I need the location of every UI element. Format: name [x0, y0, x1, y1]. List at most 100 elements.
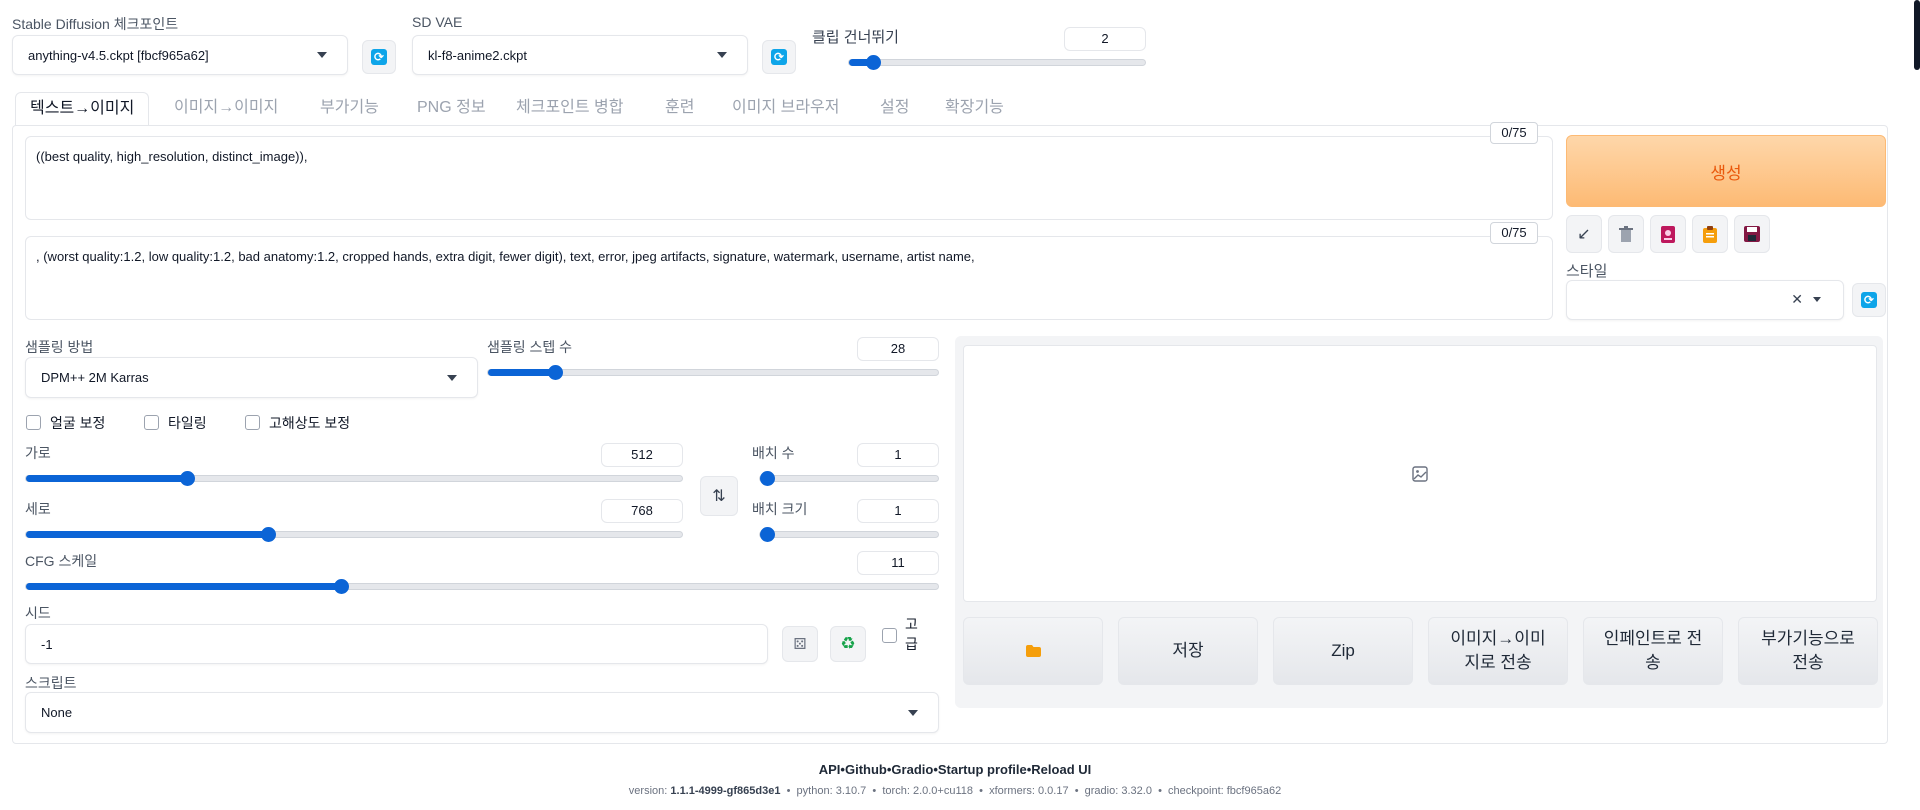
- seed-input[interactable]: -1: [25, 624, 768, 664]
- seed-advanced-label: 고급: [905, 616, 918, 652]
- tab-7[interactable]: 설정: [880, 96, 909, 126]
- checkpoint-label: Stable Diffusion 체크포인트: [12, 16, 179, 32]
- prompt-textarea[interactable]: ((best quality, high_resolution, distinc…: [25, 136, 1553, 220]
- tab-2[interactable]: 부가기능: [320, 96, 379, 126]
- cfg-scale-input[interactable]: 11: [857, 551, 939, 575]
- chevron-down-icon: [317, 52, 327, 58]
- tab-8[interactable]: 확장기능: [945, 96, 1004, 126]
- batch-size-input[interactable]: 1: [857, 499, 939, 523]
- face-restore-checkbox[interactable]: [26, 415, 41, 430]
- sampling-method-value: DPM++ 2M Karras: [41, 370, 149, 385]
- cfg-scale-slider[interactable]: [25, 579, 939, 594]
- prompt-token-counter: 0/75: [1490, 122, 1538, 144]
- floppy-disk-icon: [1744, 226, 1760, 242]
- slider-thumb[interactable]: [760, 527, 775, 542]
- width-slider[interactable]: [25, 471, 683, 486]
- chevron-down-icon: [1813, 297, 1821, 302]
- height-input[interactable]: 768: [601, 499, 683, 523]
- xformers-value: 0.0.17: [1037, 785, 1069, 797]
- generate-label: 생성: [1710, 163, 1742, 183]
- refresh-icon: ⟳: [371, 49, 387, 65]
- window-scrollbar[interactable]: [1914, 0, 1920, 70]
- refresh-icon: ⟳: [771, 49, 787, 65]
- face-restore-label: 얼굴 보정: [50, 415, 106, 431]
- checkpoint-refresh-button[interactable]: ⟳: [362, 40, 396, 74]
- read-params-button[interactable]: ↙: [1566, 215, 1602, 253]
- footer-links: API•Github•Gradio•Startup profile•Reload…: [0, 762, 1910, 777]
- vae-refresh-button[interactable]: ⟳: [762, 40, 796, 74]
- send-to-inpaint-button[interactable]: 인페인트로 전송: [1583, 617, 1723, 685]
- height-label: 세로: [25, 501, 51, 517]
- slider-thumb[interactable]: [333, 579, 349, 594]
- tiling-checkbox[interactable]: [144, 415, 159, 430]
- red-card-icon: [1661, 225, 1675, 243]
- chevron-down-icon: [447, 374, 457, 381]
- seed-advanced-checkbox[interactable]: [882, 628, 897, 643]
- slider-fill: [26, 531, 269, 538]
- clip-skip-slider[interactable]: [848, 55, 1146, 70]
- clear-prompt-button[interactable]: [1608, 215, 1644, 253]
- height-slider[interactable]: [25, 527, 683, 542]
- script-label: 스크립트: [25, 675, 77, 691]
- extra-networks-button[interactable]: [1650, 215, 1686, 253]
- output-gallery: [963, 345, 1877, 602]
- send-to-extras-button[interactable]: 부가기능으로 전송: [1738, 617, 1878, 685]
- tab-6[interactable]: 이미지 브라우저: [732, 96, 840, 126]
- footer-link[interactable]: API: [819, 762, 841, 777]
- tab-1[interactable]: 이미지→이미지: [174, 96, 278, 126]
- gradio-label: gradio:: [1084, 785, 1119, 797]
- sampling-steps-input[interactable]: 28: [857, 337, 939, 361]
- slider-thumb[interactable]: [760, 471, 775, 486]
- footer-link[interactable]: Gradio: [891, 762, 933, 777]
- swap-arrows-icon: ⇅: [712, 488, 726, 505]
- sampling-steps-slider[interactable]: [487, 365, 939, 380]
- tab-0[interactable]: 텍스트→이미지: [15, 92, 150, 126]
- clip-skip-input[interactable]: 2: [1064, 27, 1146, 51]
- width-input[interactable]: 512: [601, 443, 683, 467]
- checkpoint-hash-label: checkpoint:: [1168, 785, 1224, 797]
- gradio-value: 3.32.0: [1121, 785, 1152, 797]
- send-to-img2img-button[interactable]: 이미지→이미지로 전송: [1428, 617, 1568, 685]
- random-seed-button[interactable]: ⚄: [782, 626, 818, 662]
- sampling-method-dropdown[interactable]: DPM++ 2M Karras: [25, 357, 478, 398]
- batch-count-input[interactable]: 1: [857, 443, 939, 467]
- batch-size-slider[interactable]: [759, 527, 939, 542]
- save-button[interactable]: 저장: [1118, 617, 1258, 685]
- folder-icon: [1025, 645, 1041, 657]
- hires-fix-checkbox[interactable]: [245, 415, 260, 430]
- footer-link[interactable]: Reload UI: [1031, 762, 1091, 777]
- footer-link[interactable]: Startup profile: [938, 762, 1027, 777]
- vae-label: SD VAE: [412, 14, 463, 30]
- footer-link[interactable]: Github: [845, 762, 887, 777]
- clipboard-icon: [1703, 225, 1717, 243]
- open-folder-button[interactable]: [963, 617, 1103, 685]
- slider-thumb[interactable]: [547, 365, 563, 380]
- tiling-label: 타일링: [168, 415, 207, 431]
- recycle-icon: ♻: [840, 634, 856, 653]
- slider-thumb[interactable]: [261, 527, 277, 542]
- slider-thumb[interactable]: [179, 471, 195, 486]
- apply-styles-button[interactable]: [1692, 215, 1728, 253]
- reuse-seed-button[interactable]: ♻: [830, 626, 866, 662]
- zip-button[interactable]: Zip: [1273, 617, 1413, 685]
- clear-icon[interactable]: ✕: [1791, 291, 1803, 308]
- negative-prompt-text: , (worst quality:1.2, low quality:1.2, b…: [36, 249, 975, 264]
- save-style-button[interactable]: [1734, 215, 1770, 253]
- generate-button[interactable]: 생성: [1566, 135, 1886, 207]
- vae-dropdown[interactable]: kl-f8-anime2.ckpt: [412, 35, 748, 75]
- negative-prompt-textarea[interactable]: , (worst quality:1.2, low quality:1.2, b…: [25, 236, 1553, 320]
- script-dropdown[interactable]: None: [25, 692, 939, 733]
- swap-dimensions-button[interactable]: ⇅: [700, 476, 738, 516]
- batch-count-slider[interactable]: [759, 471, 939, 486]
- tab-3[interactable]: PNG 정보: [417, 96, 486, 126]
- width-label: 가로: [25, 445, 51, 461]
- tab-5[interactable]: 훈련: [665, 96, 694, 126]
- style-refresh-button[interactable]: ⟳: [1852, 283, 1886, 317]
- python-label: python:: [796, 785, 833, 797]
- slider-thumb[interactable]: [865, 55, 881, 70]
- tab-4[interactable]: 체크포인트 병합: [516, 96, 624, 126]
- style-dropdown[interactable]: ✕: [1566, 280, 1844, 320]
- checkpoint-dropdown[interactable]: anything-v4.5.ckpt [fbcf965a62]: [12, 35, 348, 75]
- checkpoint-value: anything-v4.5.ckpt [fbcf965a62]: [28, 47, 209, 63]
- batch-size-label: 배치 크기: [752, 501, 808, 517]
